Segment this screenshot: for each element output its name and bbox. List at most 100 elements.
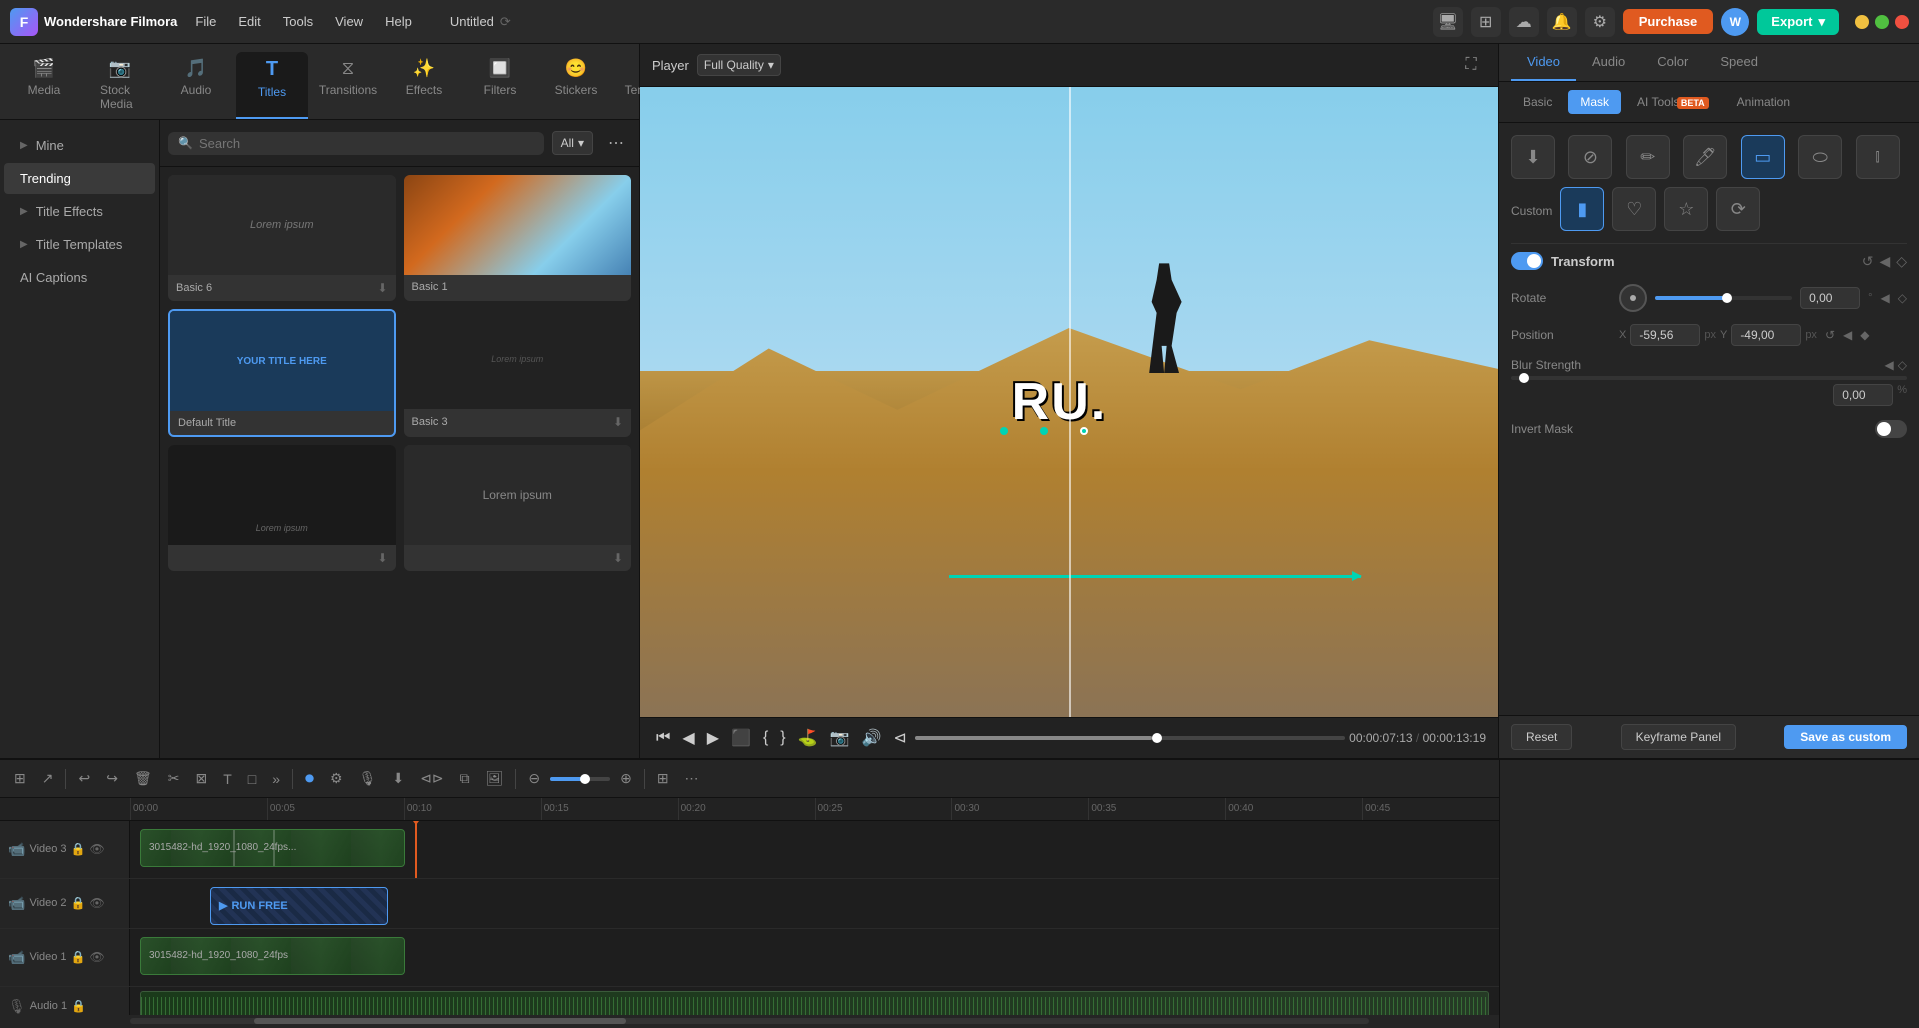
rotate-value[interactable] <box>1800 287 1860 309</box>
mask-shape-heart[interactable]: ♡ <box>1612 187 1656 231</box>
minimize-button[interactable] <box>1855 15 1869 29</box>
tl-overlay-btn[interactable]: ⧉ <box>454 766 476 791</box>
tl-mic-btn[interactable]: 🎙 <box>353 766 383 791</box>
right-tab-color[interactable]: Color <box>1641 44 1704 81</box>
eye1-icon[interactable]: 👁 <box>90 950 105 964</box>
clip-out-button[interactable]: } <box>776 725 789 751</box>
tab-effects[interactable]: ✨ Effects <box>388 52 460 119</box>
zoom-track[interactable] <box>550 777 610 781</box>
purchase-button[interactable]: Purchase <box>1623 9 1714 34</box>
tl-record-btn[interactable]: ⏺ <box>299 764 320 793</box>
mask-shape-lines[interactable]: ⫿ <box>1856 135 1900 179</box>
tab-audio[interactable]: 🎵 Audio <box>160 52 232 119</box>
tab-stickers[interactable]: 😊 Stickers <box>540 52 612 119</box>
mask-shape-custom1[interactable]: ▮ <box>1560 187 1604 231</box>
lock3-icon[interactable]: 🔒 <box>71 842 86 856</box>
maximize-button[interactable] <box>1875 15 1889 29</box>
zoom-out-btn[interactable]: ⊖ <box>522 766 546 791</box>
tl-text-btn[interactable]: T <box>217 767 238 791</box>
transform-toggle[interactable] <box>1511 252 1543 270</box>
bell-icon-btn[interactable]: 🔔 <box>1547 7 1577 37</box>
sidebar-item-title-effects[interactable]: ▶ Title Effects <box>4 196 155 227</box>
player-tab[interactable]: Player <box>652 58 689 73</box>
transform-reset-icon[interactable]: ↺ <box>1862 253 1874 270</box>
clip-title-video2[interactable]: ▶ RUN FREE <box>210 887 388 925</box>
search-input[interactable] <box>199 136 534 151</box>
position-x[interactable] <box>1630 324 1700 346</box>
clip-video1[interactable]: 3015482-hd_1920_1080_24fps <box>140 937 405 975</box>
timeline-scrollbar[interactable] <box>0 1015 1499 1028</box>
menu-view[interactable]: View <box>325 10 373 33</box>
tl-delete-btn[interactable]: 🗑 <box>128 766 158 791</box>
eye2-icon[interactable]: 👁 <box>90 896 105 910</box>
skip-back-button[interactable]: ⏮ <box>652 725 674 751</box>
tab-titles[interactable]: T Titles <box>236 52 308 119</box>
tl-import-btn[interactable]: ⬇ <box>386 766 410 791</box>
sidebar-item-title-templates[interactable]: ▶ Title Templates <box>4 229 155 260</box>
blur-slider[interactable] <box>1511 376 1907 380</box>
sidebar-item-mine[interactable]: ▶ Mine <box>4 130 155 161</box>
tl-undo-btn[interactable]: ↩ <box>72 766 96 791</box>
mask-shape-brush[interactable]: 🖊 <box>1683 135 1727 179</box>
lock-audio1-icon[interactable]: 🔒 <box>71 999 86 1013</box>
right-tab-audio[interactable]: Audio <box>1576 44 1641 81</box>
blur-value[interactable] <box>1833 384 1893 406</box>
tl-grid2-btn[interactable]: ⊞ <box>651 766 675 791</box>
tl-settings-btn[interactable]: ⚙ <box>324 766 349 791</box>
stop-button[interactable]: ⬛ <box>727 724 755 752</box>
mask-shape-custom-shape[interactable]: ⟳ <box>1716 187 1760 231</box>
sidebar-collapse-arrow[interactable]: ‹ <box>159 419 160 459</box>
search-filter-dropdown[interactable]: All ▾ <box>552 131 593 155</box>
more-ctrl-btn[interactable]: ⊲ <box>889 724 910 752</box>
rotate-prev-icon[interactable]: ◀ <box>1881 291 1890 305</box>
subtab-mask[interactable]: Mask <box>1568 90 1621 114</box>
blur-prev-icon[interactable]: ◀ <box>1885 358 1894 372</box>
tl-pip-btn[interactable]: 🖼 <box>480 766 510 791</box>
menu-file[interactable]: File <box>185 10 226 33</box>
marker-button[interactable]: ⛳ <box>794 724 822 752</box>
position-y[interactable] <box>1731 324 1801 346</box>
eye3-icon[interactable]: 👁 <box>90 842 105 856</box>
tab-transitions[interactable]: ⧖ Transitions <box>312 52 384 119</box>
rotate-diamond-icon[interactable]: ◇ <box>1898 291 1907 305</box>
clip-video3[interactable]: 3015482-hd_1920_1080_24fps... <box>140 829 405 867</box>
export-button[interactable]: Export ▾ <box>1757 9 1839 35</box>
mask-shape-star[interactable]: ☆ <box>1664 187 1708 231</box>
menu-help[interactable]: Help <box>375 10 422 33</box>
reset-button[interactable]: Reset <box>1511 724 1572 750</box>
close-button[interactable] <box>1895 15 1909 29</box>
keyframe-panel-button[interactable]: Keyframe Panel <box>1621 724 1736 750</box>
mask-shape-download[interactable]: ⬇ <box>1511 135 1555 179</box>
mask-shape-rect[interactable]: ▭ <box>1741 135 1785 179</box>
share-icon-btn[interactable]: ⚙ <box>1585 7 1615 37</box>
subtab-basic[interactable]: Basic <box>1511 90 1564 114</box>
tl-rect-btn[interactable]: □ <box>242 767 262 791</box>
position-reset-icon[interactable]: ↺ <box>1825 328 1835 342</box>
subtab-ai-tools[interactable]: AI Tools BETA <box>1625 90 1721 114</box>
sidebar-item-trending[interactable]: Trending <box>4 163 155 194</box>
transform-prev-keyframe-icon[interactable]: ◀ <box>1879 253 1890 270</box>
mask-shape-ellipse[interactable]: ⬭ <box>1798 135 1842 179</box>
right-tab-video[interactable]: Video <box>1511 44 1576 81</box>
rotate-slider[interactable] <box>1655 296 1792 300</box>
user-avatar[interactable]: W <box>1721 8 1749 36</box>
quality-select[interactable]: Full Quality ▾ <box>697 54 781 76</box>
grid-item-basic3[interactable]: Lorem ipsum Basic 3 ⬇ <box>404 309 632 437</box>
monitor-icon-btn[interactable]: 🖥 <box>1433 7 1463 37</box>
grid-item-basic6[interactable]: Lorem ipsum Basic 6 ⬇ <box>168 175 396 301</box>
zoom-in-btn[interactable]: ⊕ <box>614 766 638 791</box>
play-button[interactable]: ▶ <box>703 724 723 752</box>
tl-cut-btn[interactable]: ✂ <box>162 766 186 791</box>
grid-item-lower[interactable]: Lorem ipsum ⬇ <box>168 445 396 571</box>
progress-bar[interactable] <box>915 736 1345 740</box>
grid-item-plain[interactable]: Lorem ipsum ⬇ <box>404 445 632 571</box>
snapshot-button[interactable]: 📷 <box>826 724 854 752</box>
save-as-custom-button[interactable]: Save as custom <box>1784 725 1907 749</box>
tl-redo-btn[interactable]: ↪ <box>100 766 124 791</box>
tab-stock-media[interactable]: 📷 Stock Media <box>84 52 156 119</box>
rotate-circle[interactable] <box>1619 284 1647 312</box>
invert-mask-toggle[interactable] <box>1875 420 1907 438</box>
mask-shape-pen[interactable]: ✏ <box>1626 135 1670 179</box>
tl-expand-btn[interactable]: ⋯ <box>679 766 705 791</box>
grid-item-default-title[interactable]: YOUR TITLE HERE Default Title <box>168 309 396 437</box>
